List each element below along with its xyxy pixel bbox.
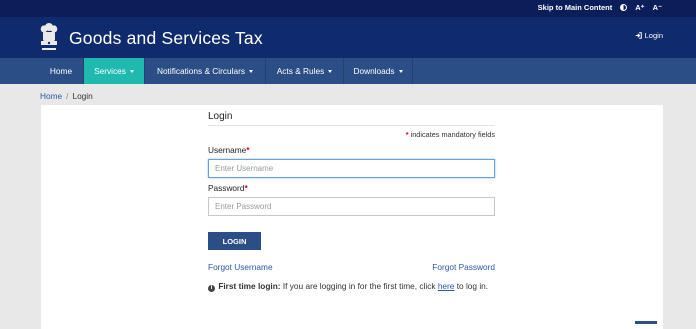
breadcrumb-separator: / <box>66 91 69 101</box>
info-icon: i <box>208 285 215 292</box>
first-time-login-here-link[interactable]: here <box>438 281 455 291</box>
username-label-text: Username <box>208 145 247 155</box>
login-icon <box>635 32 642 39</box>
login-card: Login * indicates mandatory fields Usern… <box>41 105 663 329</box>
contrast-toggle-icon[interactable] <box>620 4 628 11</box>
nav-item-services[interactable]: Services <box>84 58 145 84</box>
nav-item-label: Services <box>94 66 126 76</box>
font-decrease-button[interactable]: A⁻ <box>653 3 662 12</box>
password-input[interactable] <box>208 197 495 216</box>
password-label-text: Password <box>208 183 245 193</box>
chevron-down-icon <box>328 69 333 73</box>
nav-item-notifications-circulars[interactable]: Notifications & Circulars <box>145 58 266 84</box>
nav-item-home[interactable]: Home <box>39 58 84 84</box>
national-emblem-icon <box>40 23 58 50</box>
header-login-label: Login <box>644 31 663 40</box>
mandatory-note-text: indicates mandatory fields <box>410 130 495 139</box>
mandatory-fields-note: * indicates mandatory fields <box>406 130 495 139</box>
first-time-login-tail: to log in. <box>456 281 489 291</box>
main-navigation: Home Services Notifications & Circulars … <box>0 58 696 84</box>
header-login-link[interactable]: Login <box>635 31 663 40</box>
utility-links: Skip to Main Content A⁺ A⁻ <box>538 3 662 12</box>
required-marker: * <box>246 145 250 155</box>
password-label: Password* <box>208 183 248 193</box>
nav-item-label: Notifications & Circulars <box>156 66 246 76</box>
form-title: Login <box>208 111 233 122</box>
username-input[interactable] <box>208 159 495 178</box>
skip-to-main-content-link[interactable]: Skip to Main Content <box>538 3 613 12</box>
forgot-username-link[interactable]: Forgot Username <box>208 262 273 272</box>
breadcrumb-home-link[interactable]: Home <box>40 91 62 101</box>
first-time-login-text: If you are logging in for the first time… <box>282 281 436 291</box>
login-button[interactable]: LOGIN <box>208 232 261 250</box>
nav-item-label: Downloads <box>353 66 395 76</box>
nav-item-label: Home <box>49 66 73 76</box>
breadcrumb-current: Login <box>72 91 93 101</box>
chevron-down-icon <box>249 69 254 73</box>
chevron-down-icon <box>129 69 134 73</box>
first-time-login-note: i First time login: If you are logging i… <box>208 280 495 293</box>
site-header: Goods and Services Tax Login <box>0 17 696 58</box>
chevron-down-icon <box>398 69 403 73</box>
font-increase-button[interactable]: A⁺ <box>635 3 644 12</box>
utility-bar: Skip to Main Content A⁺ A⁻ <box>0 0 696 17</box>
breadcrumb: Home / Login <box>40 91 93 101</box>
nav-item-acts-rules[interactable]: Acts & Rules <box>266 58 344 84</box>
username-label: Username* <box>208 145 250 155</box>
nav-item-downloads[interactable]: Downloads <box>344 58 413 84</box>
first-time-login-heading: First time login: <box>218 281 281 291</box>
site-title[interactable]: Goods and Services Tax <box>69 28 263 49</box>
required-marker: * <box>244 183 248 193</box>
forgot-password-link[interactable]: Forgot Password <box>432 262 495 272</box>
form-divider <box>208 125 495 126</box>
nav-item-label: Acts & Rules <box>276 66 325 76</box>
required-marker: * <box>405 130 409 139</box>
